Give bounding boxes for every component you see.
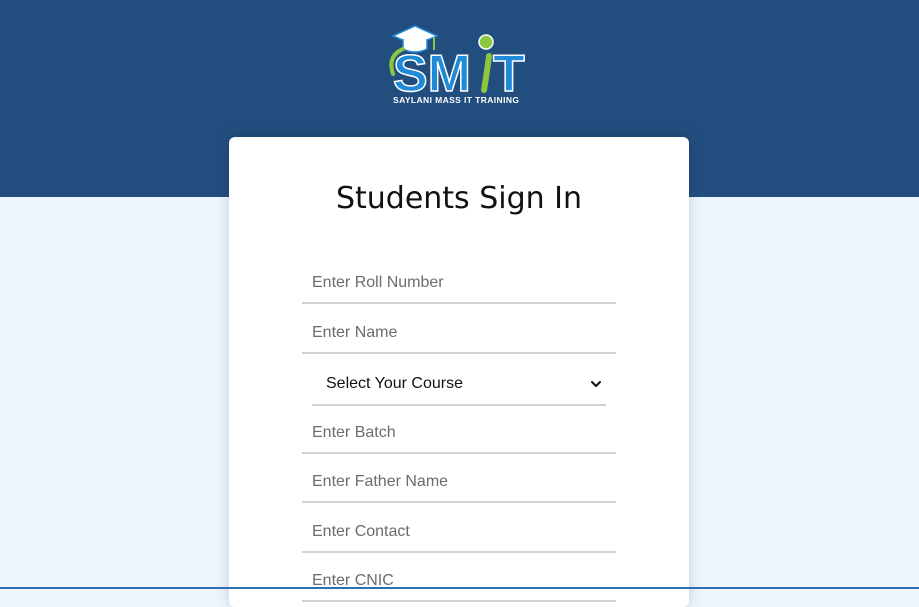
chevron-down-icon [591,381,601,387]
roll-number-field[interactable] [302,264,616,304]
batch-field[interactable] [302,414,616,454]
course-select[interactable]: Select Your Course [312,366,606,406]
father-name-field[interactable] [302,463,616,503]
page-title: Students Sign In [335,181,583,216]
name-field[interactable] [302,314,616,354]
sign-in-card: Students Sign In Select Your Course [229,137,689,607]
course-select-value: Select Your Course [326,375,463,392]
logo-tagline: SAYLANI MASS IT TRAINING [393,95,520,105]
contact-field[interactable] [302,513,616,553]
cnic-field[interactable] [302,562,616,602]
